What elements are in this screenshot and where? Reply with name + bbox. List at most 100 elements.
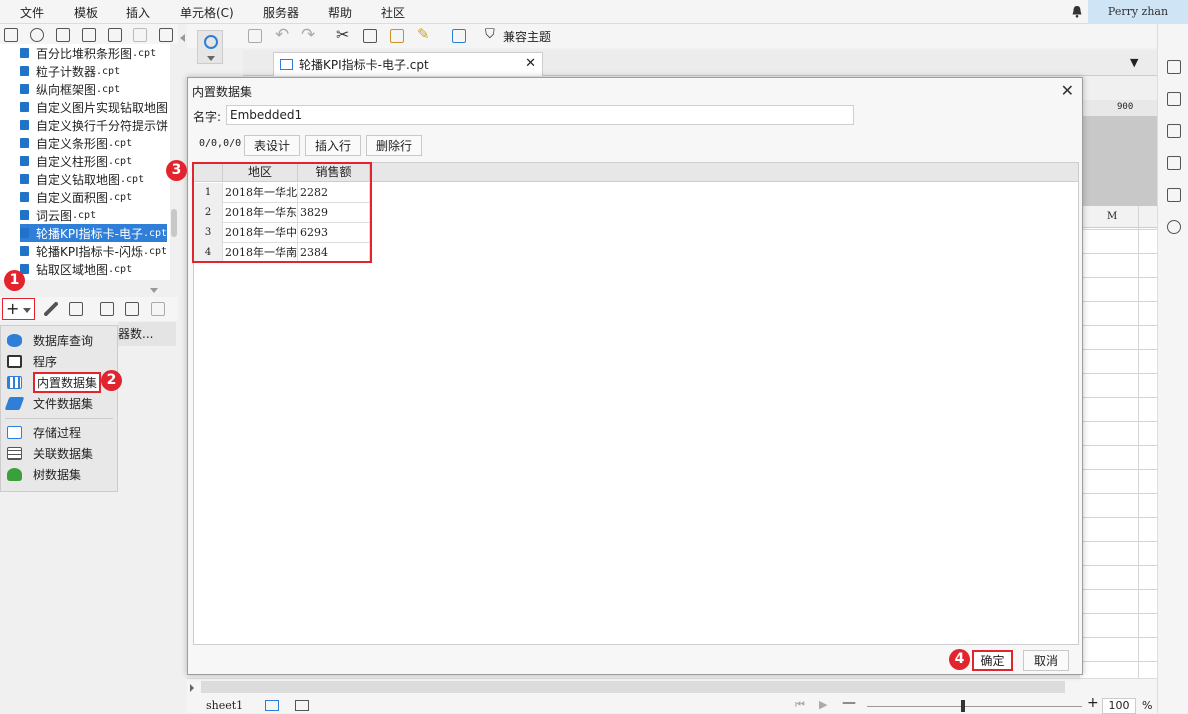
close-tab-icon[interactable]: ✕ bbox=[525, 56, 536, 71]
copy-icon[interactable] bbox=[133, 28, 147, 42]
refresh-icon[interactable] bbox=[30, 28, 44, 42]
theme-button[interactable]: 兼容主题 bbox=[503, 28, 551, 45]
file-item[interactable]: 自定义钻取地图 .cpt bbox=[20, 170, 144, 188]
dataset-type-menu: 数据库查询 程序 内置数据集 文件数据集 存储过程 关联数据集 树数据集 bbox=[0, 325, 118, 492]
file-ext: .cpt bbox=[108, 155, 133, 167]
file-item[interactable]: 钻取区域地图 .cpt bbox=[20, 260, 132, 278]
delete-row-button[interactable]: 删除行 bbox=[366, 135, 422, 156]
report-file-icon bbox=[20, 156, 29, 166]
dataset-settings-icon[interactable] bbox=[125, 302, 139, 316]
menu-insert[interactable]: 插入 bbox=[126, 4, 150, 21]
file-item[interactable]: 自定义面积图 .cpt bbox=[20, 188, 132, 206]
next-sheet-icon[interactable]: ▶ bbox=[819, 698, 827, 711]
file-name: 自定义钻取地图 bbox=[36, 172, 121, 187]
panel-splitter[interactable] bbox=[178, 24, 187, 713]
link-icon[interactable] bbox=[1167, 220, 1181, 234]
new-file-icon[interactable] bbox=[4, 28, 18, 42]
file-item[interactable]: 轮播KPI指标卡-闪烁 .cpt bbox=[20, 242, 167, 260]
file-item[interactable]: 自定义换行千分符提示饼 bbox=[20, 116, 168, 134]
name-input[interactable]: Embedded1 bbox=[226, 105, 854, 125]
open-icon[interactable] bbox=[56, 28, 70, 42]
menu-item-db-query[interactable]: 数据库查询 bbox=[7, 330, 93, 350]
sheet-body-gray bbox=[1080, 116, 1157, 206]
file-item[interactable]: 百分比堆积条形图 .cpt bbox=[20, 44, 156, 62]
tab-report[interactable]: 轮播KPI指标卡-电子.cpt ✕ bbox=[273, 52, 543, 76]
undo-icon[interactable]: ↶ bbox=[275, 25, 289, 45]
menu-server[interactable]: 服务器 bbox=[263, 4, 299, 21]
embedded-dataset-icon bbox=[7, 375, 22, 389]
zoom-in-button[interactable]: + bbox=[1087, 695, 1099, 711]
edit-icon[interactable] bbox=[44, 302, 58, 316]
delete-icon[interactable] bbox=[108, 28, 122, 42]
tree-icon bbox=[7, 467, 22, 481]
user-name[interactable]: Perry zhan bbox=[1088, 0, 1188, 24]
cancel-button[interactable]: 取消 bbox=[1023, 650, 1069, 671]
server-dataset-icon[interactable] bbox=[151, 302, 165, 316]
settings-icon[interactable] bbox=[82, 28, 96, 42]
file-item[interactable]: 粒子计数器 .cpt bbox=[20, 62, 120, 80]
menu-community[interactable]: 社区 bbox=[381, 4, 405, 21]
splitter-h[interactable] bbox=[0, 280, 178, 297]
step-badge-1: 1 bbox=[4, 270, 25, 291]
copy-cell-icon[interactable] bbox=[363, 29, 377, 43]
ruler: 900 bbox=[1080, 100, 1157, 116]
condition-icon[interactable] bbox=[1167, 156, 1181, 170]
menu-item-relation[interactable]: 关联数据集 bbox=[7, 443, 93, 463]
add-poly-sheet-icon[interactable] bbox=[295, 700, 309, 711]
sheet-grid[interactable]: M bbox=[1080, 206, 1157, 678]
save-icon[interactable] bbox=[248, 29, 262, 43]
paste-icon[interactable] bbox=[390, 29, 404, 43]
tab-menu-icon[interactable]: ▼ bbox=[1130, 56, 1138, 69]
zoom-input[interactable]: 100 bbox=[1102, 698, 1136, 714]
menu-cell[interactable]: 单元格(C) bbox=[180, 4, 234, 21]
insert-row-button[interactable]: 插入行 bbox=[305, 135, 361, 156]
filter-icon[interactable] bbox=[1167, 188, 1181, 202]
menu-item-embedded[interactable]: 内置数据集 bbox=[7, 371, 102, 393]
h-scrollbar[interactable] bbox=[201, 681, 1065, 693]
redo-icon[interactable]: ↷ bbox=[301, 25, 315, 45]
ok-button[interactable]: 确定 bbox=[972, 650, 1013, 671]
cut-icon[interactable]: ✂ bbox=[336, 25, 349, 44]
format-brush-icon[interactable]: ✎ bbox=[417, 25, 430, 43]
cell-attr-icon[interactable] bbox=[1167, 60, 1181, 74]
widget-icon[interactable] bbox=[1167, 124, 1181, 138]
file-item[interactable]: 自定义条形图 .cpt bbox=[20, 134, 132, 152]
file-list: 百分比堆积条形图 .cpt 粒子计数器 .cpt 纵向框架图 .cpt 自定义图片实现钻取地… bbox=[0, 44, 170, 280]
file-item[interactable]: 词云图 .cpt bbox=[20, 206, 96, 224]
cell-element-icon[interactable] bbox=[1167, 92, 1181, 106]
file-item[interactable]: 轮播KPI指标卡-电子 .cpt bbox=[20, 224, 168, 242]
trash-icon[interactable] bbox=[159, 28, 173, 42]
menu-item-tree[interactable]: 树数据集 bbox=[7, 464, 81, 484]
report-file-icon bbox=[20, 84, 29, 94]
add-sheet-icon[interactable] bbox=[265, 700, 279, 711]
table-design-button[interactable]: 表设计 bbox=[244, 135, 300, 156]
template-icon[interactable] bbox=[452, 29, 466, 43]
first-sheet-icon[interactable]: ⏮ bbox=[795, 698, 805, 712]
add-dataset-button[interactable]: + bbox=[2, 298, 35, 320]
remove-dataset-icon[interactable] bbox=[69, 302, 83, 316]
zoom-slider[interactable] bbox=[867, 706, 1082, 707]
sheet-tab[interactable]: sheet1 bbox=[206, 699, 243, 712]
menu-item-file[interactable]: 文件数据集 bbox=[4, 393, 93, 413]
menu-item-program[interactable]: 程序 bbox=[7, 351, 57, 371]
bell-icon[interactable] bbox=[1071, 5, 1083, 18]
row-counter: 0/0,0/0 bbox=[199, 138, 242, 149]
report-file-icon bbox=[20, 210, 29, 220]
scroll-left-icon[interactable] bbox=[190, 684, 198, 692]
file-item[interactable]: 自定义图片实现钻取地图 bbox=[20, 98, 168, 116]
column-header-m[interactable]: M bbox=[1107, 211, 1117, 222]
close-icon[interactable]: ✕ bbox=[1061, 81, 1074, 100]
file-item[interactable]: 自定义柱形图 .cpt bbox=[20, 152, 132, 170]
zoom-slider-thumb[interactable] bbox=[961, 700, 965, 712]
file-item[interactable]: 纵向框架图 .cpt bbox=[20, 80, 120, 98]
menu-template[interactable]: 模板 bbox=[74, 4, 98, 21]
menu-help[interactable]: 帮助 bbox=[328, 4, 352, 21]
file-name: 自定义条形图 bbox=[36, 136, 109, 151]
step-badge-3: 3 bbox=[166, 160, 187, 181]
dataset-panel-icon[interactable] bbox=[197, 30, 223, 64]
menu-item-procedure[interactable]: 存储过程 bbox=[7, 422, 81, 442]
zoom-out-button[interactable]: — bbox=[842, 695, 856, 711]
shirt-icon: ⛉ bbox=[485, 27, 495, 42]
preview-icon[interactable] bbox=[100, 302, 114, 316]
menu-file[interactable]: 文件 bbox=[20, 4, 44, 21]
